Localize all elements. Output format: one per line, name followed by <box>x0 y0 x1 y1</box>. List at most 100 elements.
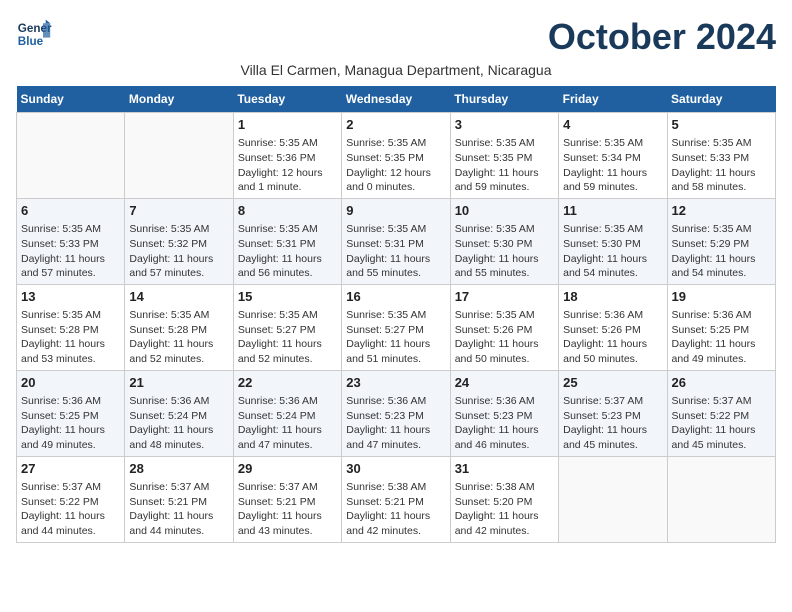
day-number: 22 <box>238 374 337 392</box>
calendar-cell: 3Sunrise: 5:35 AM Sunset: 5:35 PM Daylig… <box>450 113 558 199</box>
calendar-cell: 8Sunrise: 5:35 AM Sunset: 5:31 PM Daylig… <box>233 198 341 284</box>
page-subtitle: Villa El Carmen, Managua Department, Nic… <box>16 62 776 78</box>
day-number: 25 <box>563 374 662 392</box>
calendar-cell <box>17 113 125 199</box>
weekday-header-monday: Monday <box>125 86 233 113</box>
day-number: 9 <box>346 202 445 220</box>
day-info: Sunrise: 5:35 AM Sunset: 5:34 PM Dayligh… <box>563 136 662 195</box>
week-row-5: 27 Sunrise: 5:37 AM Sunset: 5:22 PM Dayli… <box>17 456 776 542</box>
day-number: 21 <box>129 374 228 392</box>
svg-text:Blue: Blue <box>18 35 44 48</box>
calendar-cell: 2 Sunrise: 5:35 AM Sunset: 5:35 PM Daylig… <box>342 113 450 199</box>
weekday-header-wednesday: Wednesday <box>342 86 450 113</box>
calendar-cell: 30 Sunrise: 5:38 AM Sunset: 5:21 PM Dayli… <box>342 456 450 542</box>
calendar-cell: 24 Sunrise: 5:36 AM Sunset: 5:23 PM Dayli… <box>450 370 558 456</box>
day-number: 1 <box>238 116 337 134</box>
day-number: 13 <box>21 288 120 306</box>
calendar-cell: 22 Sunrise: 5:36 AM Sunset: 5:24 PM Dayli… <box>233 370 341 456</box>
day-number: 30 <box>346 460 445 478</box>
day-info: Sunrise: 5:36 AM Sunset: 5:25 PM Dayligh… <box>21 394 120 453</box>
calendar-cell: 16 Sunrise: 5:35 AM Sunset: 5:27 PM Dayli… <box>342 284 450 370</box>
day-info: Sunrise: 5:35 AM Sunset: 5:35 PM Dayligh… <box>346 136 445 195</box>
day-info: Sunrise: 5:37 AM Sunset: 5:22 PM Dayligh… <box>21 480 120 539</box>
day-info: Sunrise: 5:35 AM Sunset: 5:32 PM Dayligh… <box>129 222 228 281</box>
calendar-cell: 28 Sunrise: 5:37 AM Sunset: 5:21 PM Dayli… <box>125 456 233 542</box>
day-info: Sunrise: 5:36 AM Sunset: 5:26 PM Dayligh… <box>563 308 662 367</box>
day-number: 24 <box>455 374 554 392</box>
weekday-header-sunday: Sunday <box>17 86 125 113</box>
day-info: Sunrise: 5:37 AM Sunset: 5:22 PM Dayligh… <box>672 394 771 453</box>
calendar-cell: 26Sunrise: 5:37 AM Sunset: 5:22 PM Dayli… <box>667 370 775 456</box>
day-number: 4 <box>563 116 662 134</box>
day-number: 2 <box>346 116 445 134</box>
weekday-header-thursday: Thursday <box>450 86 558 113</box>
day-number: 7 <box>129 202 228 220</box>
day-info: Sunrise: 5:36 AM Sunset: 5:24 PM Dayligh… <box>129 394 228 453</box>
calendar-cell: 15 Sunrise: 5:35 AM Sunset: 5:27 PM Dayli… <box>233 284 341 370</box>
day-info: Sunrise: 5:36 AM Sunset: 5:23 PM Dayligh… <box>455 394 554 453</box>
day-number: 20 <box>21 374 120 392</box>
calendar-cell: 19 Sunrise: 5:36 AM Sunset: 5:25 PM Dayli… <box>667 284 775 370</box>
day-number: 3 <box>455 116 554 134</box>
calendar-cell: 9 Sunrise: 5:35 AM Sunset: 5:31 PM Daylig… <box>342 198 450 284</box>
day-number: 10 <box>455 202 554 220</box>
day-info: Sunrise: 5:35 AM Sunset: 5:31 PM Dayligh… <box>346 222 445 281</box>
day-info: Sunrise: 5:35 AM Sunset: 5:29 PM Dayligh… <box>672 222 771 281</box>
day-number: 14 <box>129 288 228 306</box>
calendar-cell: 14 Sunrise: 5:35 AM Sunset: 5:28 PM Dayli… <box>125 284 233 370</box>
weekday-header-tuesday: Tuesday <box>233 86 341 113</box>
week-row-1: 1Sunrise: 5:35 AM Sunset: 5:36 PM Daylig… <box>17 113 776 199</box>
calendar-cell: 7 Sunrise: 5:35 AM Sunset: 5:32 PM Daylig… <box>125 198 233 284</box>
calendar-cell <box>667 456 775 542</box>
calendar-cell: 27 Sunrise: 5:37 AM Sunset: 5:22 PM Dayli… <box>17 456 125 542</box>
calendar-cell: 6 Sunrise: 5:35 AM Sunset: 5:33 PM Daylig… <box>17 198 125 284</box>
day-info: Sunrise: 5:35 AM Sunset: 5:27 PM Dayligh… <box>238 308 337 367</box>
day-info: Sunrise: 5:35 AM Sunset: 5:28 PM Dayligh… <box>21 308 120 367</box>
day-number: 8 <box>238 202 337 220</box>
day-number: 19 <box>672 288 771 306</box>
weekday-header-saturday: Saturday <box>667 86 775 113</box>
day-info: Sunrise: 5:36 AM Sunset: 5:25 PM Dayligh… <box>672 308 771 367</box>
calendar-cell: 11 Sunrise: 5:35 AM Sunset: 5:30 PM Dayli… <box>559 198 667 284</box>
week-row-4: 20 Sunrise: 5:36 AM Sunset: 5:25 PM Dayli… <box>17 370 776 456</box>
day-number: 6 <box>21 202 120 220</box>
day-info: Sunrise: 5:35 AM Sunset: 5:30 PM Dayligh… <box>455 222 554 281</box>
page-header: General Blue October 2024 <box>16 16 776 58</box>
day-info: Sunrise: 5:36 AM Sunset: 5:23 PM Dayligh… <box>346 394 445 453</box>
calendar-cell: 17 Sunrise: 5:35 AM Sunset: 5:26 PM Dayli… <box>450 284 558 370</box>
day-number: 28 <box>129 460 228 478</box>
day-number: 27 <box>21 460 120 478</box>
day-info: Sunrise: 5:37 AM Sunset: 5:21 PM Dayligh… <box>129 480 228 539</box>
day-info: Sunrise: 5:35 AM Sunset: 5:27 PM Dayligh… <box>346 308 445 367</box>
day-info: Sunrise: 5:35 AM Sunset: 5:33 PM Dayligh… <box>21 222 120 281</box>
day-info: Sunrise: 5:35 AM Sunset: 5:30 PM Dayligh… <box>563 222 662 281</box>
day-number: 12 <box>672 202 771 220</box>
day-number: 11 <box>563 202 662 220</box>
calendar-cell: 10 Sunrise: 5:35 AM Sunset: 5:30 PM Dayli… <box>450 198 558 284</box>
calendar-cell: 1Sunrise: 5:35 AM Sunset: 5:36 PM Daylig… <box>233 113 341 199</box>
logo: General Blue <box>16 16 52 52</box>
day-number: 15 <box>238 288 337 306</box>
month-title: October 2024 <box>548 16 776 58</box>
calendar-cell: 18 Sunrise: 5:36 AM Sunset: 5:26 PM Dayli… <box>559 284 667 370</box>
day-info: Sunrise: 5:36 AM Sunset: 5:24 PM Dayligh… <box>238 394 337 453</box>
logo-icon: General Blue <box>16 16 52 52</box>
calendar-cell: 23Sunrise: 5:36 AM Sunset: 5:23 PM Dayli… <box>342 370 450 456</box>
day-number: 16 <box>346 288 445 306</box>
day-info: Sunrise: 5:37 AM Sunset: 5:23 PM Dayligh… <box>563 394 662 453</box>
calendar-cell: 31Sunrise: 5:38 AM Sunset: 5:20 PM Dayli… <box>450 456 558 542</box>
day-info: Sunrise: 5:38 AM Sunset: 5:21 PM Dayligh… <box>346 480 445 539</box>
day-info: Sunrise: 5:35 AM Sunset: 5:26 PM Dayligh… <box>455 308 554 367</box>
day-info: Sunrise: 5:35 AM Sunset: 5:28 PM Dayligh… <box>129 308 228 367</box>
calendar-cell: 4 Sunrise: 5:35 AM Sunset: 5:34 PM Daylig… <box>559 113 667 199</box>
weekday-header-friday: Friday <box>559 86 667 113</box>
calendar-table: SundayMondayTuesdayWednesdayThursdayFrid… <box>16 86 776 543</box>
calendar-cell <box>559 456 667 542</box>
day-number: 18 <box>563 288 662 306</box>
calendar-cell: 5Sunrise: 5:35 AM Sunset: 5:33 PM Daylig… <box>667 113 775 199</box>
week-row-2: 6 Sunrise: 5:35 AM Sunset: 5:33 PM Daylig… <box>17 198 776 284</box>
day-number: 17 <box>455 288 554 306</box>
day-info: Sunrise: 5:38 AM Sunset: 5:20 PM Dayligh… <box>455 480 554 539</box>
calendar-cell: 13 Sunrise: 5:35 AM Sunset: 5:28 PM Dayli… <box>17 284 125 370</box>
calendar-cell <box>125 113 233 199</box>
